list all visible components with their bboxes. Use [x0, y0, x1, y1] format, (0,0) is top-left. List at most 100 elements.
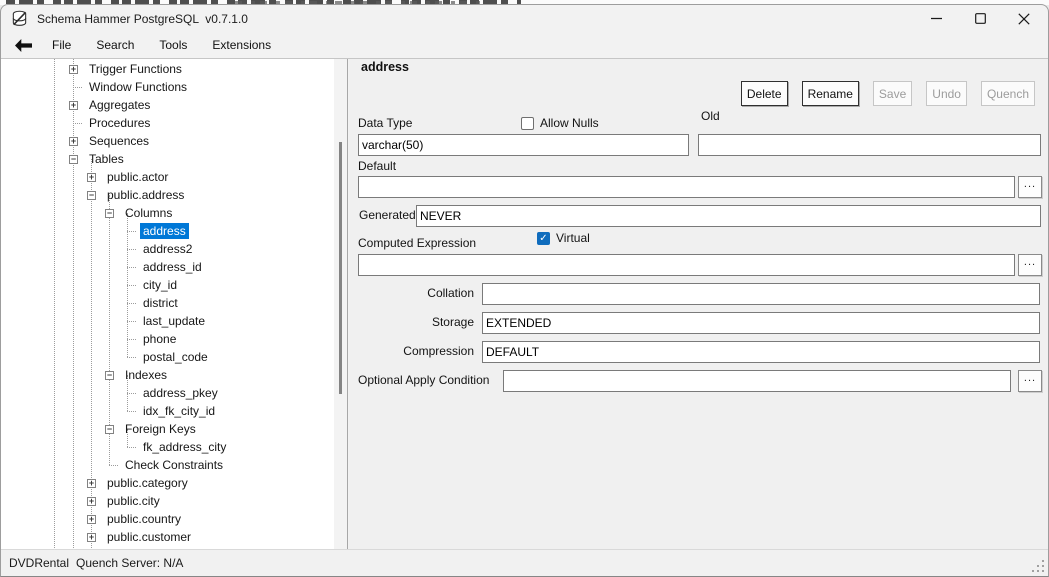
tree-item-label[interactable]: Window Functions — [86, 79, 190, 95]
collapse-icon[interactable]: − — [69, 155, 78, 164]
optional-apply-condition-input[interactable] — [503, 370, 1011, 392]
tree-item-public-category[interactable]: + public.category — [87, 474, 191, 492]
tree-item-postal-code[interactable]: postal_code — [123, 348, 211, 366]
expand-icon[interactable]: + — [69, 137, 78, 146]
menu-item-search[interactable]: Search — [88, 35, 142, 55]
tree-item-public-actor[interactable]: + public.actor — [87, 168, 171, 186]
minimize-button[interactable] — [914, 5, 958, 32]
expand-icon[interactable]: + — [87, 533, 96, 542]
schema-tree[interactable]: + Trigger Functions Window Functions + Aggre… — [1, 59, 348, 550]
tree-item-city-id[interactable]: city_id — [123, 276, 180, 294]
collapse-icon[interactable]: − — [105, 425, 114, 434]
expand-icon[interactable]: + — [87, 173, 96, 182]
old-input[interactable] — [698, 134, 1041, 156]
compression-input[interactable] — [482, 341, 1040, 363]
rename-button[interactable]: Rename — [802, 81, 859, 106]
optional-apply-condition-browse-button[interactable]: ... — [1018, 370, 1042, 392]
tree-item-address[interactable]: address — [123, 222, 189, 240]
tree-item-label[interactable]: address_id — [140, 259, 205, 275]
tree-item-indexes[interactable]: −Indexes — [105, 366, 170, 384]
storage-input[interactable] — [482, 312, 1040, 334]
collapse-icon[interactable]: − — [105, 209, 114, 218]
maximize-button[interactable] — [958, 5, 1002, 32]
tree-item-district[interactable]: district — [123, 294, 181, 312]
tree-item-label[interactable]: Sequences — [86, 133, 152, 149]
tree-item-fk-address-city[interactable]: fk_address_city — [123, 438, 229, 456]
collation-input[interactable] — [482, 283, 1040, 305]
tree-item-label[interactable]: Tables — [86, 151, 127, 167]
default-browse-button[interactable]: ... — [1018, 176, 1042, 198]
menu-item-file[interactable]: File — [44, 35, 79, 55]
tree-item-public-country[interactable]: + public.country — [87, 510, 184, 528]
tree-item-idx-fk-city-id[interactable]: idx_fk_city_id — [123, 402, 218, 420]
tree-item-phone[interactable]: phone — [123, 330, 179, 348]
tree-item-trigger-functions[interactable]: + Trigger Functions — [69, 60, 185, 78]
tree-item-label[interactable]: city_id — [140, 277, 180, 293]
tree-scrollbar[interactable] — [334, 59, 347, 550]
undo-button[interactable]: Undo — [926, 81, 967, 106]
tree-item-label[interactable]: public.actor — [104, 169, 171, 185]
tree-item-public-address[interactable]: −public.address — [87, 186, 187, 204]
tree-item-address2[interactable]: address2 — [123, 240, 195, 258]
tree-item-label[interactable]: public.category — [104, 475, 191, 491]
data-type-input[interactable] — [358, 134, 689, 156]
tree-item-label[interactable]: address_pkey — [140, 385, 221, 401]
tree-item-sequences[interactable]: + Sequences — [69, 132, 152, 150]
expand-icon[interactable]: + — [87, 497, 96, 506]
tree-item-label[interactable]: idx_fk_city_id — [140, 403, 218, 419]
tree-item-label[interactable]: Indexes — [122, 367, 170, 383]
collapse-icon[interactable]: − — [87, 191, 96, 200]
tree-item-label[interactable]: address — [140, 223, 189, 239]
tree-item-label[interactable]: public.country — [104, 511, 184, 527]
delete-button[interactable]: Delete — [741, 81, 788, 106]
tree-item-label[interactable]: Check Constraints — [122, 457, 226, 473]
expand-icon[interactable]: + — [69, 101, 78, 110]
title-bar[interactable]: Schema Hammer PostgreSQL v0.7.1.0 — [1, 5, 1048, 32]
tree-item-address-pkey[interactable]: address_pkey — [123, 384, 221, 402]
save-button[interactable]: Save — [873, 81, 912, 106]
allow-nulls-checkbox[interactable] — [521, 117, 534, 130]
tree-item-label[interactable]: district — [140, 295, 181, 311]
tree-item-window-functions[interactable]: Window Functions — [69, 78, 190, 96]
default-input[interactable] — [358, 176, 1015, 198]
computed-expression-browse-button[interactable]: ... — [1018, 254, 1042, 276]
resize-grip[interactable] — [1032, 560, 1045, 573]
tree-item-label[interactable]: last_update — [140, 313, 208, 329]
tree-item-label[interactable]: postal_code — [140, 349, 211, 365]
virtual-checkbox[interactable] — [537, 232, 550, 245]
tree-item-check-constraints[interactable]: Check Constraints — [105, 456, 226, 474]
quench-button[interactable]: Quench — [981, 81, 1035, 106]
tree-item-tables[interactable]: −Tables — [69, 150, 127, 168]
tree-item-public-city[interactable]: + public.city — [87, 492, 163, 510]
back-button[interactable] — [15, 39, 32, 52]
tree-item-last-update[interactable]: last_update — [123, 312, 208, 330]
tree-connector — [127, 321, 136, 322]
tree-item-label[interactable]: Foreign Keys — [122, 421, 199, 437]
collapse-icon[interactable]: − — [105, 371, 114, 380]
computed-expression-input[interactable] — [358, 254, 1015, 276]
generated-input[interactable] — [416, 205, 1041, 227]
tree-item-aggregates[interactable]: + Aggregates — [69, 96, 153, 114]
tree-item-label[interactable]: public.customer — [104, 529, 194, 545]
tree-scrollbar-thumb[interactable] — [339, 142, 342, 394]
expand-icon[interactable]: + — [69, 65, 78, 74]
tree-item-columns[interactable]: −Columns — [105, 204, 175, 222]
tree-item-label[interactable]: phone — [140, 331, 179, 347]
tree-item-label[interactable]: public.address — [104, 187, 187, 203]
tree-item-label[interactable]: fk_address_city — [140, 439, 229, 455]
tree-item-procedures[interactable]: Procedures — [69, 114, 153, 132]
menu-item-tools[interactable]: Tools — [151, 35, 195, 55]
tree-item-label[interactable]: Columns — [122, 205, 175, 221]
tree-item-foreign-keys[interactable]: −Foreign Keys — [105, 420, 199, 438]
tree-item-label[interactable]: Aggregates — [86, 97, 153, 113]
tree-item-label[interactable]: public.city — [104, 493, 163, 509]
expand-icon[interactable]: + — [87, 515, 96, 524]
menu-item-extensions[interactable]: Extensions — [204, 35, 279, 55]
tree-item-label[interactable]: Trigger Functions — [86, 61, 185, 77]
tree-item-address-id[interactable]: address_id — [123, 258, 205, 276]
tree-item-label[interactable]: Procedures — [86, 115, 153, 131]
tree-item-public-customer[interactable]: + public.customer — [87, 528, 194, 546]
expand-icon[interactable]: + — [87, 479, 96, 488]
tree-item-label[interactable]: address2 — [140, 241, 195, 257]
close-button[interactable] — [1002, 5, 1046, 32]
